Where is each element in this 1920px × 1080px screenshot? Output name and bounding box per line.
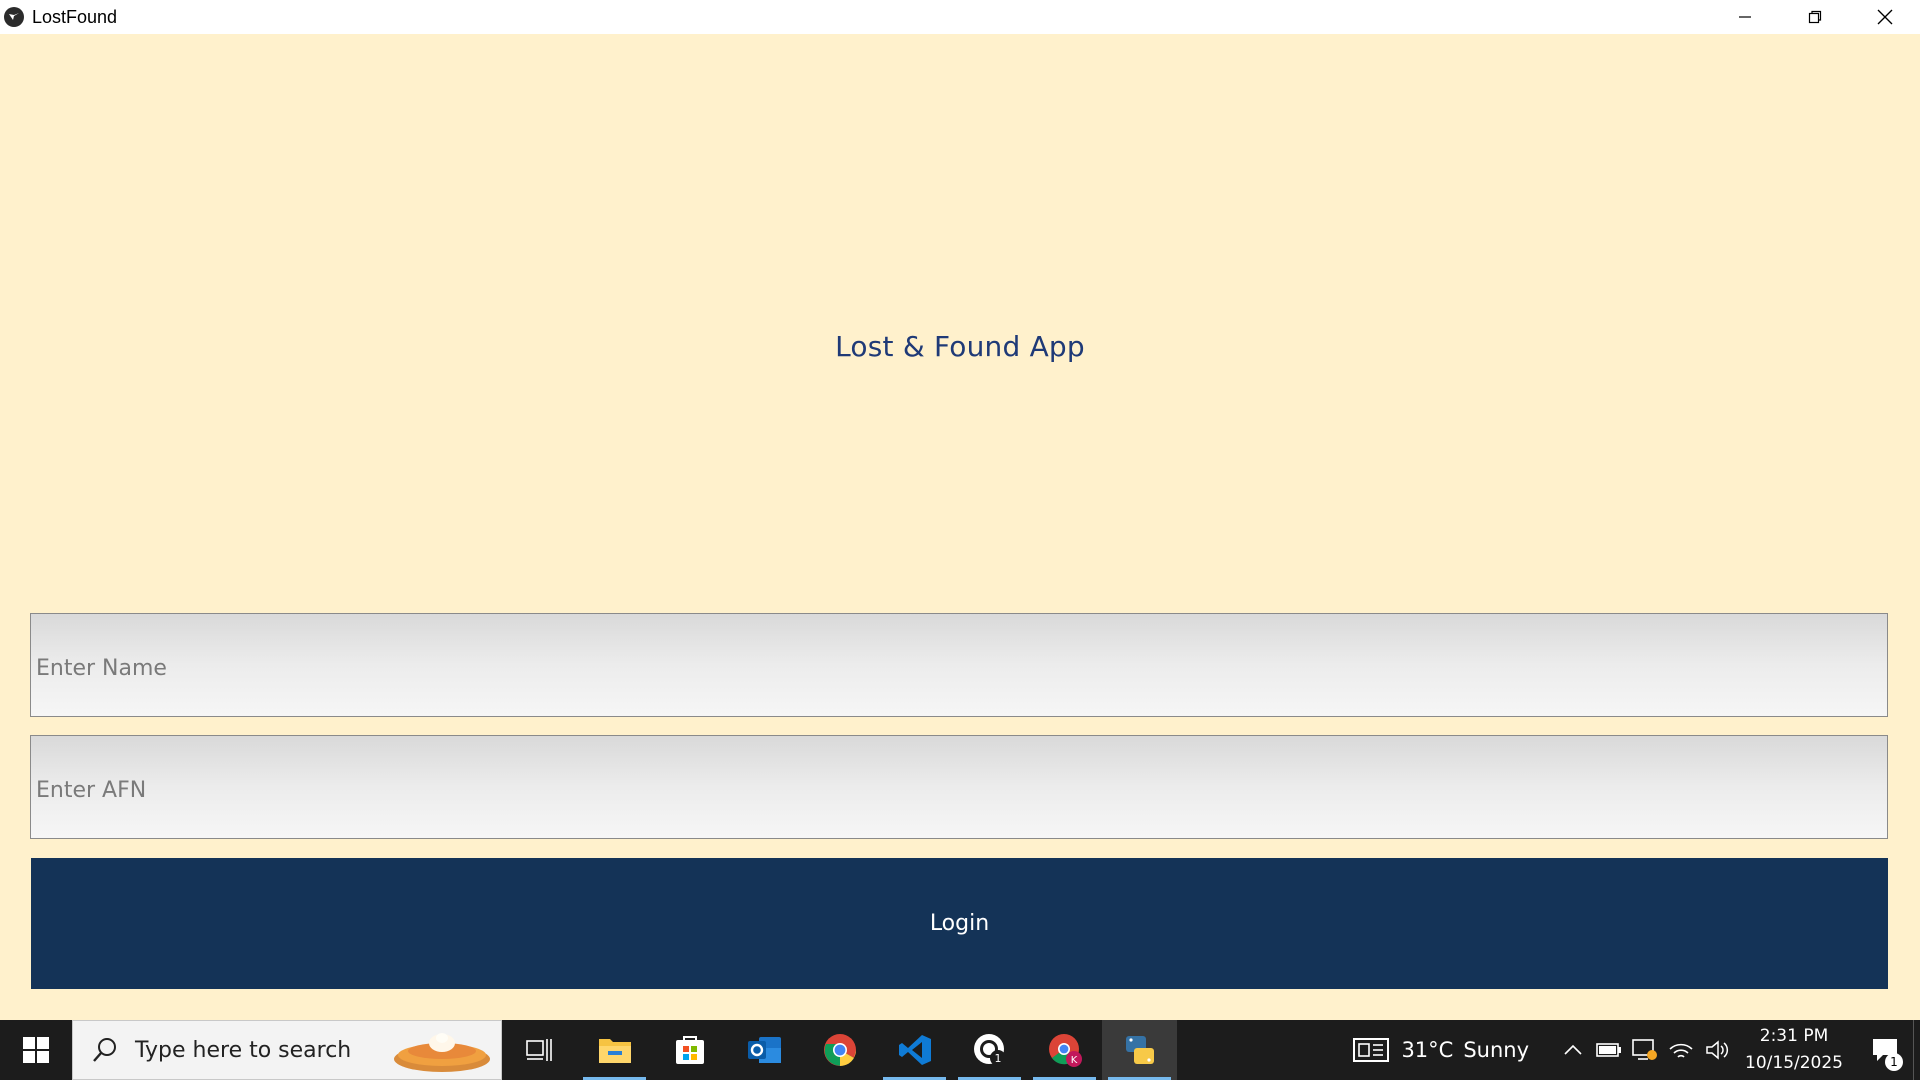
start-button[interactable] [0,1020,72,1080]
app-content: Lost & Found App Login [0,34,1920,1020]
news-weather-icon [1353,1038,1390,1062]
afn-input[interactable] [30,735,1888,839]
show-desktop-button[interactable] [1913,1020,1920,1080]
weather-condition: Sunny [1463,1038,1530,1062]
notification-center-button[interactable]: 1 [1857,1020,1913,1080]
close-button[interactable] [1850,0,1920,34]
chrome-profile-k-button[interactable]: K [1027,1020,1102,1080]
taskbar-search-box[interactable]: Type here to search [72,1020,502,1080]
weather-temperature: 31°C [1401,1038,1454,1062]
python-icon [1125,1036,1154,1064]
chrome-button[interactable] [802,1020,877,1080]
speaker-icon [1706,1040,1729,1060]
wifi-icon [1669,1043,1693,1058]
window-title-bar: LostFound [0,0,1920,34]
app-heading: Lost & Found App [835,330,1085,363]
clock-date: 10/15/2025 [1745,1053,1843,1073]
battery-icon [1596,1043,1622,1057]
outlook-icon [747,1037,781,1063]
chrome-profile-1-icon: 1 [973,1034,1006,1066]
notification-count-badge: 1 [1885,1053,1903,1071]
restore-icon [1808,10,1822,24]
taskbar-clock[interactable]: 2:31 PM 10/15/2025 [1745,1023,1843,1077]
display-warning-icon [1632,1039,1658,1060]
clock-time: 2:31 PM [1759,1026,1829,1046]
chrome-profile-k-icon: K [1048,1034,1082,1067]
volume-button[interactable] [1699,1020,1735,1080]
meet-now-button[interactable] [1627,1020,1663,1080]
show-hidden-icons-button[interactable] [1555,1020,1591,1080]
file-explorer-icon [598,1039,631,1063]
pie-highlight-image [394,1033,490,1072]
task-view-button[interactable] [502,1020,577,1080]
microsoft-store-icon [675,1036,704,1064]
chrome-profile-1-button[interactable]: 1 [952,1020,1027,1080]
svg-text:K: K [1070,1055,1077,1066]
windows-logo-icon [23,1037,49,1063]
minimize-icon [1739,16,1751,18]
login-button[interactable]: Login [31,858,1888,989]
battery-button[interactable] [1591,1020,1627,1080]
svg-text:1: 1 [994,1052,1001,1065]
search-placeholder: Type here to search [135,1037,352,1063]
name-input[interactable] [30,613,1888,717]
taskbar: Type here to search 1 K 31°C Sunny 2:31 … [0,1020,1920,1080]
microsoft-store-button[interactable] [652,1020,727,1080]
weather-widget[interactable]: 31°C Sunny [1353,1037,1529,1063]
login-button-label: Login [929,911,990,936]
close-icon [1877,9,1893,25]
outlook-button[interactable] [727,1020,802,1080]
vscode-button[interactable] [877,1020,952,1080]
kivy-app-icon [4,7,24,27]
system-tray: 31°C Sunny 2:31 PM 10/15/2025 1 [1353,1020,1920,1080]
restore-button[interactable] [1780,0,1850,34]
window-title: LostFound [32,6,118,27]
chrome-icon [823,1034,856,1066]
python-app-button[interactable] [1102,1020,1177,1080]
task-view-icon [525,1039,552,1061]
chevron-up-icon [1564,1044,1582,1055]
minimize-button[interactable] [1710,0,1780,34]
vscode-icon [898,1035,931,1065]
search-icon [93,1038,116,1062]
network-button[interactable] [1663,1020,1699,1080]
file-explorer-button[interactable] [577,1020,652,1080]
